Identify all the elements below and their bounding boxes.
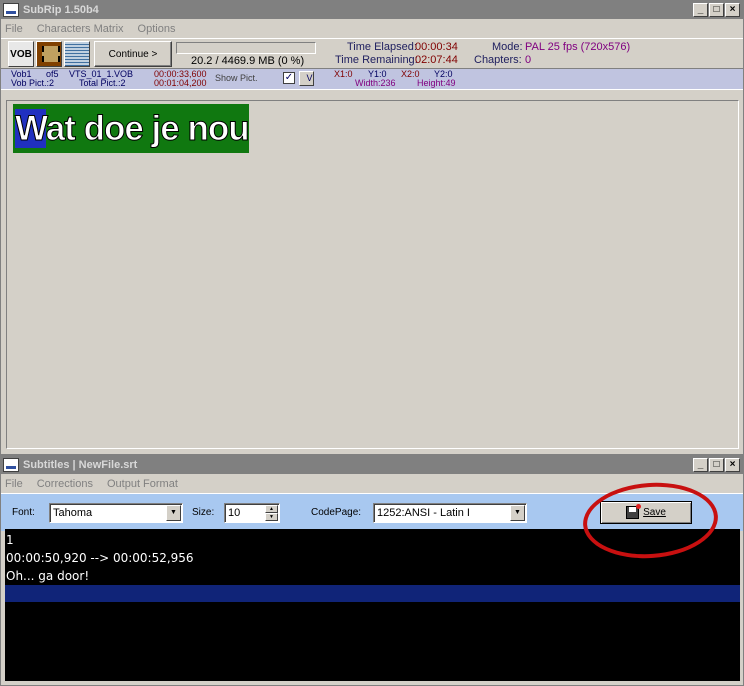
v-button[interactable]: V — [299, 71, 314, 86]
subtitle-text-editor[interactable]: 1 00:00:50,920 --> 00:00:52,956 Oh... ga… — [5, 529, 740, 681]
subrip-app-icon — [3, 3, 19, 17]
save-disk-icon — [626, 504, 642, 519]
subs-titlebar: Subtitles | NewFile.srt _ □ × — [1, 456, 743, 474]
size-stepper[interactable]: 10 ▲ ▼ — [224, 503, 280, 523]
subs-minimize-button[interactable]: _ — [693, 458, 708, 472]
subs-menubar: File Corrections Output Format — [1, 474, 743, 493]
subtitle-image: Wat doe je nou...? — [13, 104, 249, 153]
codepage-label: CodePage: — [311, 507, 362, 518]
main-titlebar: SubRip 1.50b4 _ □ × — [1, 1, 743, 19]
total-pict-count: Total Pict.:2 — [79, 78, 126, 88]
open-vob-button[interactable]: VOB — [8, 41, 34, 67]
menu-options[interactable]: Options — [138, 23, 176, 35]
main-toolbar: VOB Continue > 20.2 / 4469.9 MB (0 %) Ti… — [1, 38, 743, 68]
current-line-highlight — [5, 585, 740, 602]
progress-text: 20.2 / 4469.9 MB (0 %) — [191, 55, 305, 67]
maximize-button[interactable]: □ — [709, 3, 724, 17]
subs-menu-corrections[interactable]: Corrections — [37, 478, 93, 490]
menu-file[interactable]: File — [5, 23, 23, 35]
matrix-icon[interactable] — [64, 41, 90, 67]
progress-bar — [176, 42, 316, 54]
x1-value: X1:0 — [334, 69, 353, 79]
highlighted-character: W — [15, 109, 48, 149]
picture-area: Wat doe je nou...? — [6, 100, 739, 449]
save-button[interactable]: Save — [600, 501, 692, 524]
chevron-down-icon[interactable]: ▼ — [510, 505, 525, 521]
height-value: Height:49 — [417, 78, 456, 88]
mode-value: PAL 25 fps (720x576) — [525, 41, 631, 53]
font-toolbar: Font: Tahoma ▼ Size: 10 ▲ ▼ CodePage: 1252:… — [1, 493, 743, 531]
main-menubar: File Characters Matrix Options — [1, 19, 743, 38]
spin-down-icon[interactable]: ▼ — [265, 513, 278, 521]
subrip-app-icon-2 — [3, 458, 19, 472]
picture-info-strip: Vob1 of5 VTS_01_1.VOB 00:00:33,600 Vob P… — [1, 68, 743, 90]
chapters-label: Chapters: — [474, 54, 522, 66]
time-elapsed-label: Time Elapsed: — [347, 41, 417, 53]
subs-close-button[interactable]: × — [725, 458, 740, 472]
time-elapsed-value: 00:00:34 — [415, 41, 458, 53]
font-select[interactable]: Tahoma ▼ — [49, 503, 183, 523]
codepage-select[interactable]: 1252:ANSI - Latin I ▼ — [373, 503, 527, 523]
continue-button[interactable]: Continue > — [94, 41, 172, 67]
chevron-down-icon[interactable]: ▼ — [166, 505, 181, 521]
spin-up-icon[interactable]: ▲ — [265, 505, 278, 513]
show-pict-checkbox[interactable]: ✓ — [283, 72, 295, 84]
width-value: Width:236 — [355, 78, 396, 88]
show-pict-label: Show Pict. — [215, 73, 258, 83]
film-icon[interactable] — [36, 41, 62, 67]
subs-title: Subtitles | NewFile.srt — [23, 459, 138, 471]
srt-text-line: Oh... ga door! — [6, 569, 90, 583]
chapters-value: 0 — [525, 54, 532, 66]
time-remaining-value: 02:07:44 — [415, 54, 458, 66]
menu-characters-matrix[interactable]: Characters Matrix — [37, 23, 124, 35]
vob-pict-count: Vob Pict.:2 — [11, 78, 55, 88]
close-button[interactable]: × — [725, 3, 740, 17]
size-label: Size: — [192, 507, 215, 518]
srt-index-line: 1 — [6, 533, 14, 547]
subs-menu-output-format[interactable]: Output Format — [107, 478, 178, 490]
srt-timecode-line: 00:00:50,920 --> 00:00:52,956 — [6, 551, 194, 565]
minimize-button[interactable]: _ — [693, 3, 708, 17]
time-remaining-label: Time Remaining: — [335, 54, 418, 66]
subtitle-image-text: at doe je nou...? — [45, 109, 249, 149]
mode-label: Mode: — [492, 41, 523, 53]
main-title: SubRip 1.50b4 — [23, 4, 99, 16]
vob-icon: VOB — [10, 48, 32, 60]
font-label: Font: — [12, 507, 35, 518]
subs-menu-file[interactable]: File — [5, 478, 23, 490]
end-time: 00:01:04,200 — [154, 78, 207, 88]
subs-maximize-button[interactable]: □ — [709, 458, 724, 472]
